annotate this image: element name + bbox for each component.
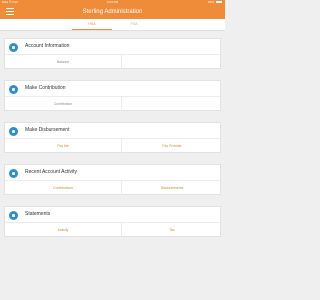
activity-button[interactable]: Activity <box>5 223 121 237</box>
contributions-button[interactable]: Contributions <box>5 181 121 195</box>
page-title: Sterling Administration <box>82 9 143 15</box>
card-title: Make Disbursement <box>25 127 70 133</box>
battery-icon <box>216 1 222 4</box>
contribution-icon <box>9 85 18 94</box>
disbursement-icon <box>9 127 18 136</box>
card-title: Account Information <box>25 43 70 49</box>
nav-bar: Sterling Administration <box>0 5 225 19</box>
person-icon <box>9 43 18 52</box>
tax-button[interactable]: Tax <box>121 223 222 237</box>
disbursements-button[interactable]: Disbursements <box>121 181 222 195</box>
activity-icon <box>9 169 18 178</box>
tab-bar: HSA FSA <box>0 19 225 31</box>
pay-me-button[interactable]: Pay Me <box>5 139 121 153</box>
account-information-card: Account Information Balance <box>4 38 221 69</box>
card-title: Statements <box>25 211 51 217</box>
statements-icon <box>9 211 18 220</box>
empty-action-slot <box>121 97 222 111</box>
card-title: Make Contribution <box>25 85 66 91</box>
pay-provider-button[interactable]: Pay Provider <box>121 139 222 153</box>
card-title: Recent Account Activity <box>25 169 77 175</box>
make-contribution-card: Make Contribution Contribution <box>4 80 221 111</box>
balance-button[interactable]: Balance <box>5 55 121 69</box>
recent-account-activity-card: Recent Account Activity Contributions Di… <box>4 164 221 195</box>
statements-card: Statements Activity Tax <box>4 206 221 237</box>
tab-hsa[interactable]: HSA <box>72 19 112 30</box>
contribution-button[interactable]: Contribution <box>5 97 121 111</box>
tab-fsa[interactable]: FSA <box>114 19 154 30</box>
make-disbursement-card: Make Disbursement Pay Me Pay Provider <box>4 122 221 153</box>
empty-action-slot <box>121 55 222 69</box>
battery-percent: 83% <box>208 0 215 4</box>
